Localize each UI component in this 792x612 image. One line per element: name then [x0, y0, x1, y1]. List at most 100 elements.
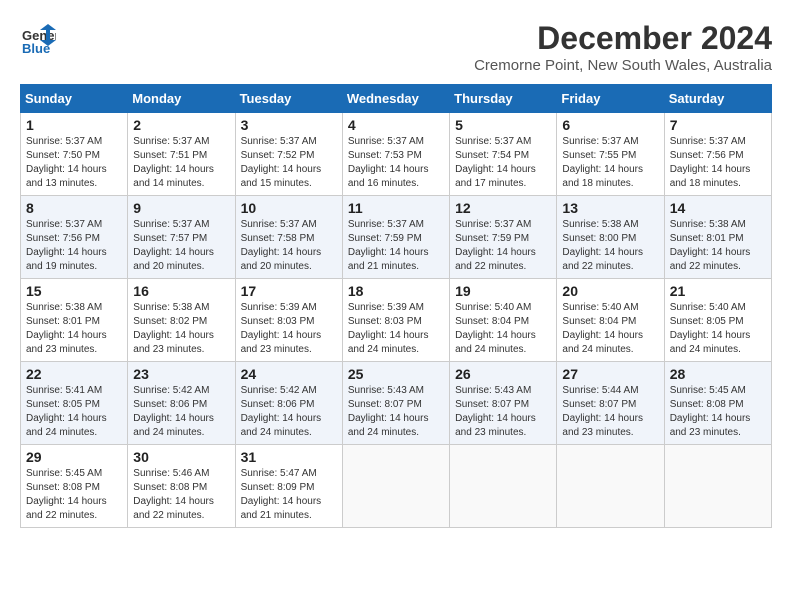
calendar-cell: 24 Sunrise: 5:42 AMSunset: 8:06 PMDayligh…: [235, 362, 342, 445]
day-info: Sunrise: 5:40 AMSunset: 8:04 PMDaylight:…: [455, 301, 551, 357]
calendar-header-row: SundayMondayTuesdayWednesdayThursdayFrid…: [21, 85, 772, 113]
calendar-cell: 4 Sunrise: 5:37 AMSunset: 7:53 PMDaylight…: [342, 113, 449, 196]
day-info: Sunrise: 5:43 AMSunset: 8:07 PMDaylight:…: [348, 384, 444, 440]
day-number: 4: [348, 117, 444, 133]
day-number: 5: [455, 117, 551, 133]
calendar-cell: [557, 445, 664, 528]
day-number: 14: [670, 200, 766, 216]
day-info: Sunrise: 5:38 AMSunset: 8:00 PMDaylight:…: [562, 218, 658, 274]
calendar-cell: 16 Sunrise: 5:38 AMSunset: 8:02 PMDayligh…: [128, 279, 235, 362]
day-number: 21: [670, 283, 766, 299]
day-number: 23: [133, 366, 229, 382]
day-number: 31: [241, 449, 337, 465]
calendar-cell: 13 Sunrise: 5:38 AMSunset: 8:00 PMDayligh…: [557, 196, 664, 279]
calendar-cell: 20 Sunrise: 5:40 AMSunset: 8:04 PMDayligh…: [557, 279, 664, 362]
day-info: Sunrise: 5:37 AMSunset: 7:54 PMDaylight:…: [455, 135, 551, 191]
calendar-cell: 7 Sunrise: 5:37 AMSunset: 7:56 PMDaylight…: [664, 113, 771, 196]
calendar-cell: 12 Sunrise: 5:37 AMSunset: 7:59 PMDayligh…: [450, 196, 557, 279]
day-number: 16: [133, 283, 229, 299]
page-header: General Blue December 2024 Cremorne Poin…: [20, 20, 772, 74]
day-info: Sunrise: 5:39 AMSunset: 8:03 PMDaylight:…: [241, 301, 337, 357]
day-header-saturday: Saturday: [664, 85, 771, 113]
day-info: Sunrise: 5:37 AMSunset: 7:52 PMDaylight:…: [241, 135, 337, 191]
calendar-cell: 31 Sunrise: 5:47 AMSunset: 8:09 PMDayligh…: [235, 445, 342, 528]
day-number: 10: [241, 200, 337, 216]
calendar-cell: 11Sunrise: 5:37 AMSunset: 7:59 PMDayligh…: [342, 196, 449, 279]
calendar-week-row: 15 Sunrise: 5:38 AMSunset: 8:01 PMDayligh…: [21, 279, 772, 362]
day-number: 3: [241, 117, 337, 133]
day-info: Sunrise: 5:40 AMSunset: 8:04 PMDaylight:…: [562, 301, 658, 357]
calendar-cell: [664, 445, 771, 528]
subtitle: Cremorne Point, New South Wales, Austral…: [474, 57, 772, 74]
calendar-cell: 22Sunrise: 5:41 AMSunset: 8:05 PMDayligh…: [21, 362, 128, 445]
calendar-week-row: 22Sunrise: 5:41 AMSunset: 8:05 PMDayligh…: [21, 362, 772, 445]
calendar-cell: 25 Sunrise: 5:43 AMSunset: 8:07 PMDayligh…: [342, 362, 449, 445]
calendar-cell: 30 Sunrise: 5:46 AMSunset: 8:08 PMDayligh…: [128, 445, 235, 528]
calendar-cell: 29 Sunrise: 5:45 AMSunset: 8:08 PMDayligh…: [21, 445, 128, 528]
logo-icon: General Blue: [20, 20, 56, 56]
day-header-thursday: Thursday: [450, 85, 557, 113]
day-header-wednesday: Wednesday: [342, 85, 449, 113]
day-info: Sunrise: 5:38 AMSunset: 8:01 PMDaylight:…: [670, 218, 766, 274]
day-number: 7: [670, 117, 766, 133]
day-number: 29: [26, 449, 122, 465]
day-info: Sunrise: 5:37 AMSunset: 7:58 PMDaylight:…: [241, 218, 337, 274]
day-number: 9: [133, 200, 229, 216]
calendar-cell: 27Sunrise: 5:44 AMSunset: 8:07 PMDayligh…: [557, 362, 664, 445]
calendar-cell: 23 Sunrise: 5:42 AMSunset: 8:06 PMDayligh…: [128, 362, 235, 445]
day-header-monday: Monday: [128, 85, 235, 113]
day-number: 30: [133, 449, 229, 465]
day-number: 26: [455, 366, 551, 382]
day-info: Sunrise: 5:38 AMSunset: 8:02 PMDaylight:…: [133, 301, 229, 357]
day-info: Sunrise: 5:39 AMSunset: 8:03 PMDaylight:…: [348, 301, 444, 357]
calendar-cell: 2Sunrise: 5:37 AMSunset: 7:51 PMDaylight…: [128, 113, 235, 196]
day-info: Sunrise: 5:37 AMSunset: 7:56 PMDaylight:…: [670, 135, 766, 191]
day-info: Sunrise: 5:41 AMSunset: 8:05 PMDaylight:…: [26, 384, 122, 440]
main-title: December 2024: [474, 20, 772, 57]
day-info: Sunrise: 5:47 AMSunset: 8:09 PMDaylight:…: [241, 467, 337, 523]
day-info: Sunrise: 5:37 AMSunset: 7:59 PMDaylight:…: [455, 218, 551, 274]
calendar-cell: 10 Sunrise: 5:37 AMSunset: 7:58 PMDayligh…: [235, 196, 342, 279]
day-info: Sunrise: 5:37 AMSunset: 7:56 PMDaylight:…: [26, 218, 122, 274]
day-number: 6: [562, 117, 658, 133]
calendar-cell: 8 Sunrise: 5:37 AMSunset: 7:56 PMDaylight…: [21, 196, 128, 279]
calendar-cell: 5 Sunrise: 5:37 AMSunset: 7:54 PMDaylight…: [450, 113, 557, 196]
calendar-cell: 9 Sunrise: 5:37 AMSunset: 7:57 PMDaylight…: [128, 196, 235, 279]
day-info: Sunrise: 5:42 AMSunset: 8:06 PMDaylight:…: [133, 384, 229, 440]
day-number: 12: [455, 200, 551, 216]
calendar-cell: 19 Sunrise: 5:40 AMSunset: 8:04 PMDayligh…: [450, 279, 557, 362]
day-header-friday: Friday: [557, 85, 664, 113]
day-info: Sunrise: 5:46 AMSunset: 8:08 PMDaylight:…: [133, 467, 229, 523]
day-number: 24: [241, 366, 337, 382]
day-header-tuesday: Tuesday: [235, 85, 342, 113]
day-info: Sunrise: 5:37 AMSunset: 7:50 PMDaylight:…: [26, 135, 122, 191]
calendar-cell: 18 Sunrise: 5:39 AMSunset: 8:03 PMDayligh…: [342, 279, 449, 362]
day-number: 17: [241, 283, 337, 299]
calendar-cell: [450, 445, 557, 528]
day-number: 1: [26, 117, 122, 133]
day-number: 25: [348, 366, 444, 382]
day-number: 8: [26, 200, 122, 216]
logo: General Blue: [20, 20, 56, 56]
day-number: 18: [348, 283, 444, 299]
day-info: Sunrise: 5:42 AMSunset: 8:06 PMDaylight:…: [241, 384, 337, 440]
day-info: Sunrise: 5:38 AMSunset: 8:01 PMDaylight:…: [26, 301, 122, 357]
calendar-cell: 26 Sunrise: 5:43 AMSunset: 8:07 PMDayligh…: [450, 362, 557, 445]
day-info: Sunrise: 5:45 AMSunset: 8:08 PMDaylight:…: [670, 384, 766, 440]
day-info: Sunrise: 5:37 AMSunset: 7:51 PMDaylight:…: [133, 135, 229, 191]
day-info: Sunrise: 5:37 AMSunset: 7:53 PMDaylight:…: [348, 135, 444, 191]
day-number: 20: [562, 283, 658, 299]
calendar-week-row: 29 Sunrise: 5:45 AMSunset: 8:08 PMDayligh…: [21, 445, 772, 528]
day-info: Sunrise: 5:37 AMSunset: 7:57 PMDaylight:…: [133, 218, 229, 274]
day-info: Sunrise: 5:43 AMSunset: 8:07 PMDaylight:…: [455, 384, 551, 440]
calendar-cell: 28Sunrise: 5:45 AMSunset: 8:08 PMDayligh…: [664, 362, 771, 445]
day-info: Sunrise: 5:45 AMSunset: 8:08 PMDaylight:…: [26, 467, 122, 523]
calendar-cell: 3 Sunrise: 5:37 AMSunset: 7:52 PMDaylight…: [235, 113, 342, 196]
day-number: 27: [562, 366, 658, 382]
day-number: 13: [562, 200, 658, 216]
day-number: 15: [26, 283, 122, 299]
day-number: 19: [455, 283, 551, 299]
calendar-cell: 21Sunrise: 5:40 AMSunset: 8:05 PMDayligh…: [664, 279, 771, 362]
calendar-cell: [342, 445, 449, 528]
calendar-week-row: 1 Sunrise: 5:37 AMSunset: 7:50 PMDaylight…: [21, 113, 772, 196]
